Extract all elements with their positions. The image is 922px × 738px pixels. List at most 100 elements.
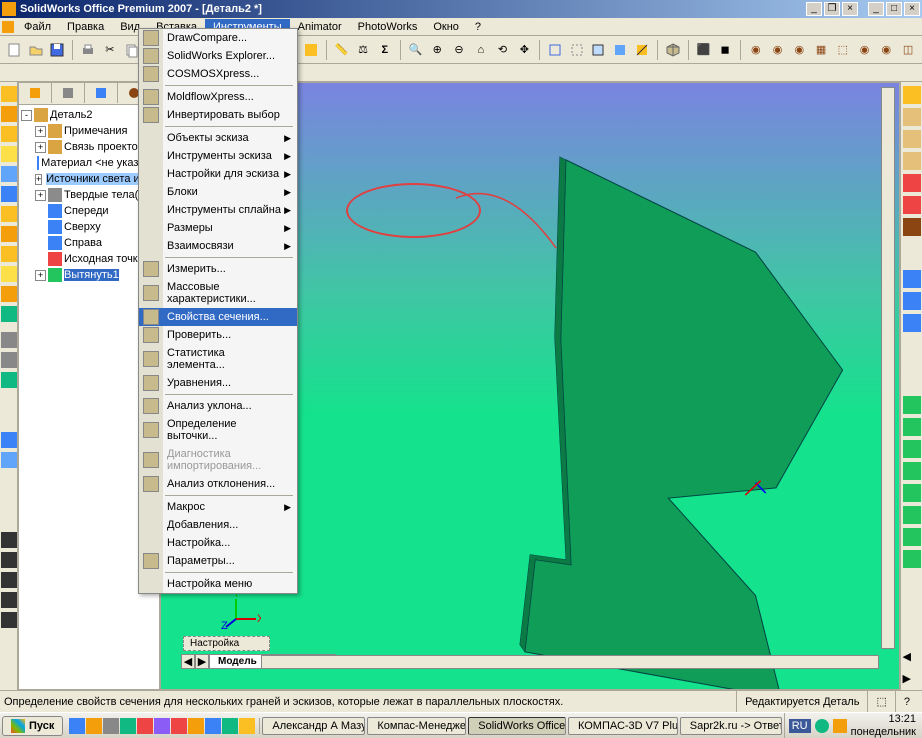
render1-button[interactable]: ◉ [746, 39, 766, 61]
circle-icon[interactable] [1, 572, 17, 588]
ql-6-icon[interactable] [154, 718, 170, 734]
chamfer-icon[interactable] [1, 226, 17, 242]
gtol-icon[interactable] [903, 314, 921, 332]
expand-icon[interactable]: + [35, 270, 46, 281]
menu-item[interactable]: Определение выточки... [139, 415, 297, 445]
taskbar-task[interactable]: КОМПАС-3D V7 Plus (ЗА... [568, 717, 678, 735]
vtab-next[interactable]: ▶ [195, 654, 209, 669]
ql-5-icon[interactable] [137, 718, 153, 734]
display-button[interactable]: ⬛ [693, 39, 713, 61]
menu-?[interactable]: ? [467, 19, 489, 35]
dim-icon[interactable] [903, 270, 921, 288]
shell-icon[interactable] [1, 266, 17, 282]
menu-item[interactable]: Статистика элемента... [139, 344, 297, 374]
tray-clock[interactable]: 13:21 понедельник [851, 713, 916, 737]
menu-item[interactable]: SolidWorks Explorer... [139, 47, 297, 65]
new-button[interactable] [4, 39, 24, 61]
line-sktch-icon[interactable] [1, 532, 17, 548]
menu-item[interactable]: MoldflowXpress... [139, 88, 297, 106]
ql-ie-icon[interactable] [69, 718, 85, 734]
measure-button[interactable]: 📏 [331, 39, 351, 61]
cut-extrude-icon[interactable] [1, 166, 17, 182]
pattern-linear-icon[interactable] [1, 332, 17, 348]
ql-desktop-icon[interactable] [103, 718, 119, 734]
expand-icon[interactable]: + [35, 190, 46, 201]
sweep-icon[interactable] [1, 126, 17, 142]
menu-item[interactable]: Анализ уклона... [139, 397, 297, 415]
menu-item[interactable]: Блоки▶ [139, 183, 297, 201]
note-icon[interactable] [903, 292, 921, 310]
expand-icon[interactable]: + [35, 174, 42, 185]
pan-button[interactable]: ✥ [514, 39, 534, 61]
tree-node[interactable]: Спереди [21, 203, 157, 219]
menu-item[interactable]: Объекты эскиза▶ [139, 129, 297, 147]
point-icon[interactable] [903, 218, 921, 236]
rel3-icon[interactable] [903, 440, 921, 458]
ql-11-icon[interactable] [239, 718, 255, 734]
menu-item[interactable]: Настройка меню [139, 575, 297, 593]
arc-icon[interactable] [1, 592, 17, 608]
menu-item[interactable]: Настройка... [139, 534, 297, 552]
taskbar-task[interactable]: SolidWorks Office Pre... [468, 717, 566, 735]
tree-node[interactable]: Материал <не указан> [21, 155, 157, 171]
tree-tab-property[interactable] [52, 83, 85, 103]
menu-item[interactable]: Проверить... [139, 326, 297, 344]
ql-9-icon[interactable] [205, 718, 221, 734]
view-hidden-button[interactable] [567, 39, 587, 61]
expand-icon[interactable]: + [35, 142, 46, 153]
menu-item[interactable]: Анализ отклонения... [139, 475, 297, 493]
scrollbar-vertical[interactable] [881, 87, 895, 649]
ql-4-icon[interactable] [120, 718, 136, 734]
tree-node[interactable]: +Примечания [21, 123, 157, 139]
vtab-prev[interactable]: ◀ [181, 654, 195, 669]
expand-icon[interactable]: - [21, 110, 32, 121]
rotate-button[interactable]: ⟲ [493, 39, 513, 61]
menu-правка[interactable]: Правка [59, 19, 112, 35]
menu-item[interactable]: DrawCompare... [139, 29, 297, 47]
plane-icon[interactable] [1, 432, 17, 448]
scrollbar-horizontal[interactable] [261, 655, 879, 669]
hole-icon[interactable] [1, 306, 17, 322]
render2-button[interactable]: ◉ [768, 39, 788, 61]
render8-button[interactable]: ◫ [898, 39, 918, 61]
draft-icon[interactable] [1, 286, 17, 302]
menu-item[interactable]: Инструменты сплайна▶ [139, 201, 297, 219]
rel6-icon[interactable] [903, 506, 921, 524]
rel2-icon[interactable] [903, 418, 921, 436]
tree-node[interactable]: +Вытянуть1 [21, 267, 157, 283]
menu-файл[interactable]: Файл [16, 19, 59, 35]
menu-item[interactable]: COSMOSXpress... [139, 65, 297, 83]
rect-icon[interactable] [1, 552, 17, 568]
spline-icon[interactable] [1, 612, 17, 628]
tree-node[interactable]: +Источники света и кам [21, 171, 157, 187]
menu-item[interactable]: Массовые характеристики... [139, 278, 297, 308]
menu-item[interactable]: Свойства сечения... [139, 308, 297, 326]
menu-animator[interactable]: Animator [290, 19, 350, 35]
menu-окно[interactable]: Окно [425, 19, 467, 35]
print-button[interactable] [78, 39, 98, 61]
render5-button[interactable]: ⬚ [833, 39, 853, 61]
menu-item[interactable]: Макрос▶ [139, 498, 297, 516]
menu-item[interactable]: Размеры▶ [139, 219, 297, 237]
rel7-icon[interactable] [903, 528, 921, 546]
rel8-icon[interactable] [903, 550, 921, 568]
rel1-icon[interactable] [903, 396, 921, 414]
tree-node[interactable]: +Твердые тела(1) [21, 187, 157, 203]
cut-button[interactable]: ✂ [100, 39, 120, 61]
tray-icon1[interactable] [815, 719, 829, 733]
tree-node[interactable]: +Связь проектов [21, 139, 157, 155]
extrude-icon[interactable] [1, 86, 17, 102]
menu-item[interactable]: Параметры... [139, 552, 297, 570]
sigma-button[interactable]: Σ [375, 39, 395, 61]
view-shaded-button[interactable] [610, 39, 630, 61]
home-icon[interactable] [903, 86, 921, 104]
maximize-button[interactable]: □ [886, 2, 902, 16]
render4-button[interactable]: ▦ [811, 39, 831, 61]
zoom-fit-button[interactable]: 🔍 [406, 39, 426, 61]
tree-node[interactable]: Исходная точка [21, 251, 157, 267]
taskbar-task[interactable]: Sapr2k.ru -> Ответ в С... [680, 717, 782, 735]
rib-icon[interactable] [1, 246, 17, 262]
close-inner-button[interactable]: × [842, 2, 858, 16]
viewport-label[interactable]: Настройка [183, 636, 270, 651]
mirror-icon[interactable] [1, 372, 17, 388]
